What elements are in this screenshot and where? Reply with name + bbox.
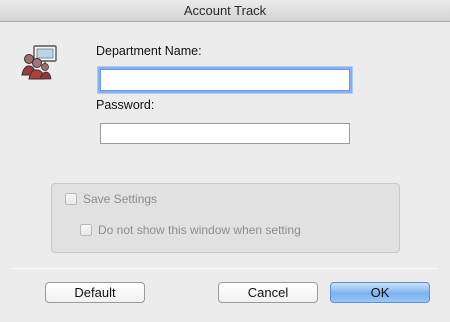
department-name-field[interactable] [100,69,350,91]
window-title: Account Track [183,3,267,18]
ok-button[interactable]: OK [330,282,430,303]
do-not-show-option[interactable]: Do not show this window when setting [80,223,301,237]
department-name-label: Department Name: [96,44,202,58]
title-bar[interactable]: Account Track [0,0,450,22]
default-button[interactable]: Default [45,282,145,303]
do-not-show-label: Do not show this window when setting [98,223,301,237]
save-settings-label: Save Settings [83,192,158,206]
do-not-show-checkbox[interactable] [80,224,92,236]
account-track-dialog: Account Track Department Name: Password:… [0,0,450,322]
separator [12,268,438,269]
save-settings-checkbox[interactable] [65,193,77,205]
users-icon [20,44,60,80]
password-label: Password: [96,98,155,112]
password-field[interactable] [100,123,350,144]
cancel-button[interactable]: Cancel [218,282,318,303]
save-settings-option[interactable]: Save Settings [65,192,157,206]
